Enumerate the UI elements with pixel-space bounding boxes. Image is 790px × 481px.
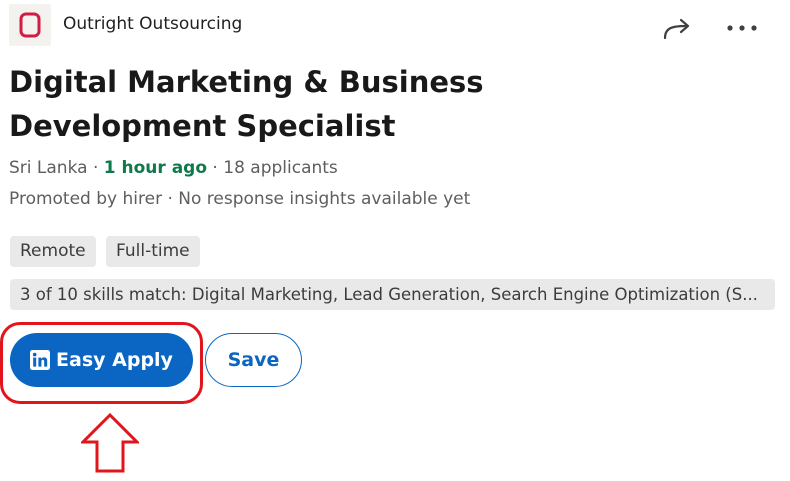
linkedin-icon [30, 350, 51, 370]
meta-separator: · [87, 158, 104, 178]
share-arrow-icon [663, 18, 690, 40]
up-arrow-annotation-icon [79, 412, 141, 477]
company-logo[interactable] [9, 4, 51, 46]
job-meta-line: Sri Lanka · 1 hour ago · 18 applicants [9, 158, 338, 178]
meta-separator: · [207, 158, 224, 178]
skills-match-pill[interactable]: 3 of 10 skills match: Digital Marketing,… [10, 279, 775, 310]
promoted-line: Promoted by hirer · No response insights… [9, 189, 471, 209]
company-logo-icon [19, 12, 41, 38]
save-button[interactable]: Save [205, 333, 302, 387]
more-options-icon [727, 25, 757, 31]
job-location: Sri Lanka [9, 158, 88, 178]
easy-apply-label: Easy Apply [56, 349, 173, 371]
posted-time: 1 hour ago [103, 158, 208, 178]
workplace-type-pill: Remote [10, 236, 96, 267]
company-name[interactable]: Outright Outsourcing [63, 14, 242, 34]
more-options-button[interactable] [724, 14, 760, 42]
job-title: Digital Marketing & Business Development… [9, 65, 484, 143]
applicant-count: 18 applicants [223, 158, 338, 178]
employment-type-pill: Full-time [106, 236, 200, 267]
share-button[interactable] [660, 16, 696, 44]
easy-apply-button[interactable]: Easy Apply [10, 333, 193, 387]
